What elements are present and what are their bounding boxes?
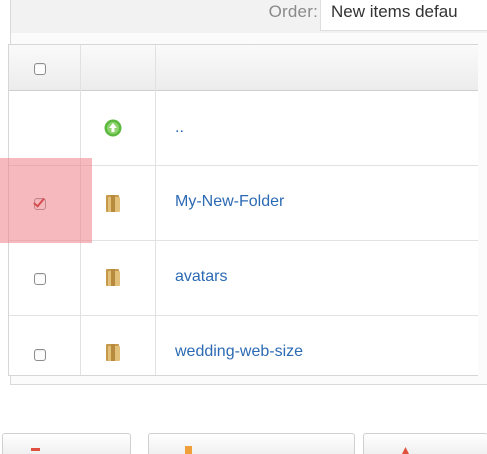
up-arrow-icon[interactable]: [104, 119, 122, 137]
action-button-1[interactable]: [2, 433, 131, 454]
select-all-checkbox[interactable]: [34, 63, 46, 75]
order-bar: Order: New items defau: [11, 0, 487, 33]
action-button-2[interactable]: [148, 433, 355, 454]
folder-icon: [104, 267, 122, 287]
row-checkbox[interactable]: [34, 349, 46, 361]
order-select[interactable]: New items defau: [320, 0, 487, 31]
folder-link[interactable]: avatars: [175, 268, 227, 286]
folder-link[interactable]: wedding-web-size: [175, 343, 303, 361]
action-button-3[interactable]: [363, 433, 487, 454]
order-label: Order:: [268, 2, 318, 21]
column-divider: [155, 45, 156, 375]
folder-icon: [104, 342, 122, 362]
parent-directory-link[interactable]: ..: [175, 119, 184, 137]
folder-icon: [104, 193, 122, 213]
row-checkbox[interactable]: [34, 273, 46, 285]
selection-highlight: [0, 158, 92, 243]
folder-link[interactable]: My-New-Folder: [175, 193, 284, 211]
